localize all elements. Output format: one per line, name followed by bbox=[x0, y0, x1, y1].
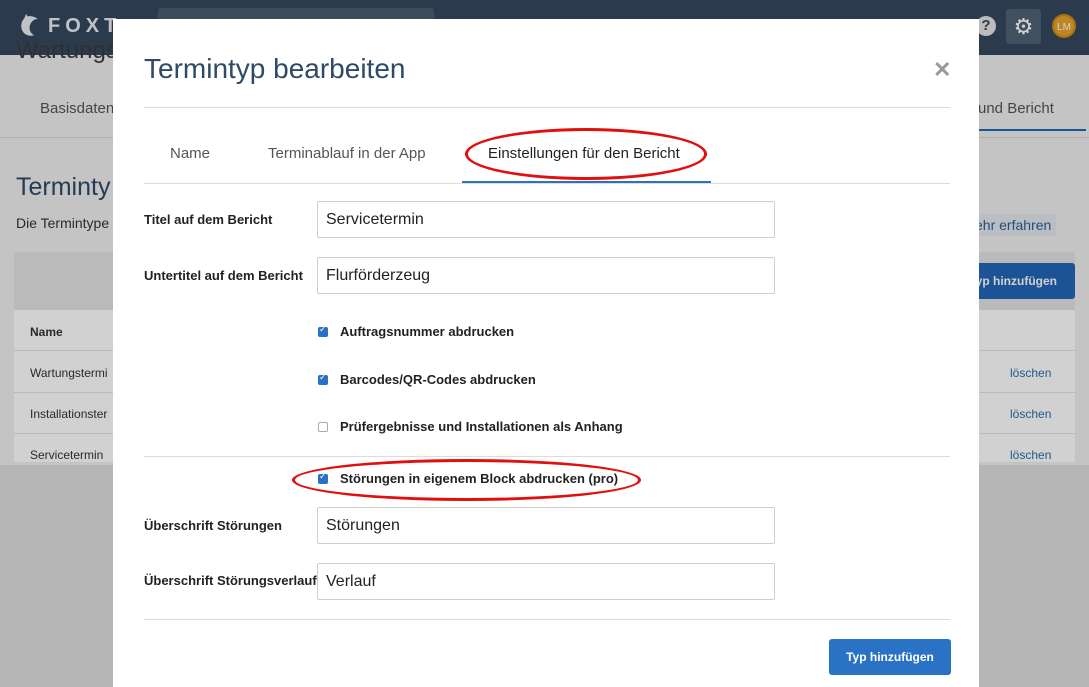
subtitle-label: Untertitel auf dem Bericht bbox=[144, 268, 303, 283]
tab-name[interactable]: Name bbox=[170, 145, 210, 162]
checkbox-label: Barcodes/QR-Codes abdrucken bbox=[340, 372, 536, 387]
fault-history-label: Überschrift Störungsverlauf bbox=[144, 573, 317, 588]
divider bbox=[144, 619, 950, 620]
checkbox-attachments[interactable] bbox=[318, 422, 328, 432]
add-type-button[interactable]: Typ hinzufügen bbox=[829, 639, 951, 675]
checkbox-barcodes[interactable] bbox=[318, 372, 328, 385]
checkbox-label: Auftragsnummer abdrucken bbox=[340, 324, 515, 339]
edit-type-dialog: Termintyp bearbeiten ✕ Name Terminablauf… bbox=[113, 19, 979, 687]
checkbox-label: Störungen in eigenem Block abdrucken (pr… bbox=[340, 471, 619, 486]
faults-heading-label: Überschrift Störungen bbox=[144, 518, 282, 533]
divider bbox=[144, 456, 950, 457]
title-label: Titel auf dem Bericht bbox=[144, 212, 273, 227]
divider bbox=[144, 183, 950, 184]
divider bbox=[144, 107, 950, 108]
dialog-title: Termintyp bearbeiten bbox=[144, 53, 406, 84]
checkbox-label: Prüfergebnisse und Installationen als An… bbox=[340, 419, 623, 434]
tab-terminablauf[interactable]: Terminablauf in der App bbox=[268, 145, 426, 162]
checkbox-order-number[interactable] bbox=[318, 324, 328, 337]
fault-history-input[interactable] bbox=[317, 563, 775, 600]
close-icon[interactable]: ✕ bbox=[933, 57, 951, 83]
faults-heading-input[interactable] bbox=[317, 507, 775, 544]
checkbox-faults-block[interactable] bbox=[318, 471, 328, 484]
subtitle-input[interactable] bbox=[317, 257, 775, 294]
tab-bericht-settings[interactable]: Einstellungen für den Bericht bbox=[488, 145, 680, 162]
title-input[interactable] bbox=[317, 201, 775, 238]
